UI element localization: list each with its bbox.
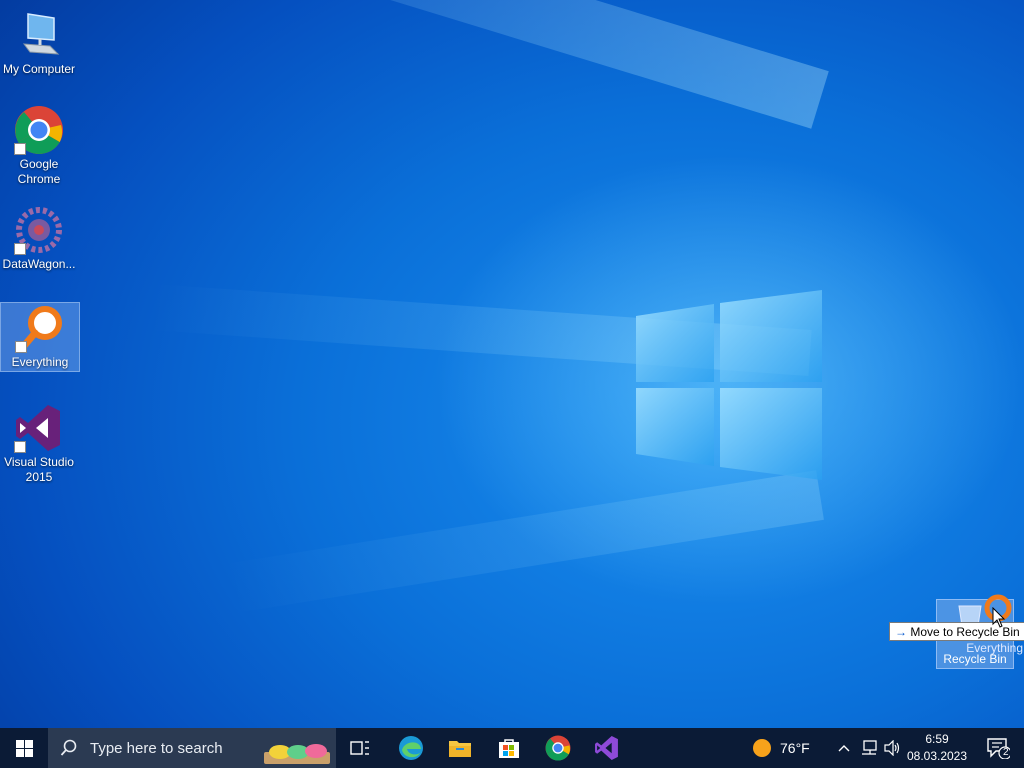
desktop-icon-everything[interactable]: Everything — [0, 302, 80, 372]
mouse-cursor-icon — [992, 607, 1006, 628]
clock-date: 08.03.2023 — [906, 749, 968, 763]
light-beam — [84, 0, 829, 129]
shortcut-arrow-icon — [15, 341, 27, 353]
desktop-icon-google-chrome[interactable]: Google Chrome — [0, 105, 78, 187]
search-placeholder: Type here to search — [90, 739, 223, 757]
sun-icon — [753, 739, 771, 757]
desktop-icon-datawagon[interactable]: DataWagon... — [0, 205, 78, 271]
magnifier-icon — [15, 303, 65, 353]
desktop-icon-visual-studio[interactable]: Visual Studio 2015 — [0, 403, 78, 485]
recycle-bin-label: Recycle Bin — [943, 652, 1007, 666]
taskbar-clock[interactable]: 6:59 08.03.2023 — [900, 731, 974, 765]
weather-widget[interactable]: 76°F — [752, 728, 824, 768]
desktop-icon-label: DataWagon... — [2, 257, 76, 271]
speaker-icon — [884, 740, 900, 756]
chevron-up-icon — [838, 745, 850, 752]
task-view-button[interactable] — [340, 728, 380, 768]
task-view-icon — [350, 741, 369, 755]
network-icon — [862, 740, 877, 755]
show-hidden-icons-button[interactable] — [834, 728, 854, 768]
chrome-icon — [545, 735, 571, 761]
desktop-icon-label: Everything — [11, 355, 69, 369]
notifications-button[interactable]: 2 — [978, 728, 1018, 768]
desktop-icon-label: Google Chrome — [17, 157, 61, 186]
start-button[interactable] — [0, 728, 48, 768]
taskbar-edge-button[interactable] — [391, 728, 431, 768]
desktop-icon-label: Visual Studio 2015 — [4, 455, 74, 484]
search-icon — [60, 739, 77, 756]
taskbar-store-button[interactable] — [489, 728, 529, 768]
taskbar-search-box[interactable]: Type here to search — [48, 728, 336, 768]
store-icon — [499, 739, 519, 758]
shortcut-arrow-icon — [14, 243, 26, 255]
search-highlight-icon — [264, 744, 330, 764]
shortcut-arrow-icon — [14, 441, 26, 453]
windows-start-icon — [15, 739, 33, 757]
desktop-icon-label: My Computer — [2, 62, 76, 76]
visual-studio-icon — [595, 736, 618, 760]
visual-studio-icon — [14, 403, 64, 453]
taskbar-chrome-button[interactable] — [538, 728, 578, 768]
arrow-right-icon: → — [895, 625, 907, 639]
taskbar: Type here to search 76°F 6:59 08.03.2023… — [0, 728, 1024, 768]
folder-icon — [449, 741, 471, 757]
datawagon-icon — [14, 205, 64, 255]
clock-time: 6:59 — [925, 732, 949, 746]
notification-count: 2 — [1003, 747, 1009, 758]
light-beam — [223, 470, 824, 614]
network-button[interactable] — [858, 728, 880, 768]
chrome-icon — [14, 105, 64, 155]
shortcut-arrow-icon — [14, 143, 26, 155]
taskbar-file-explorer-button[interactable] — [440, 728, 480, 768]
edge-icon — [399, 736, 423, 760]
windows-logo — [636, 290, 822, 480]
weather-temperature: 76°F — [780, 740, 810, 756]
desktop-icon-my-computer[interactable]: My Computer — [0, 10, 78, 76]
computer-icon — [14, 10, 64, 60]
desktop[interactable]: My Computer Google Chrome DataWagon... E… — [0, 0, 1024, 728]
taskbar-visual-studio-button[interactable] — [587, 728, 627, 768]
